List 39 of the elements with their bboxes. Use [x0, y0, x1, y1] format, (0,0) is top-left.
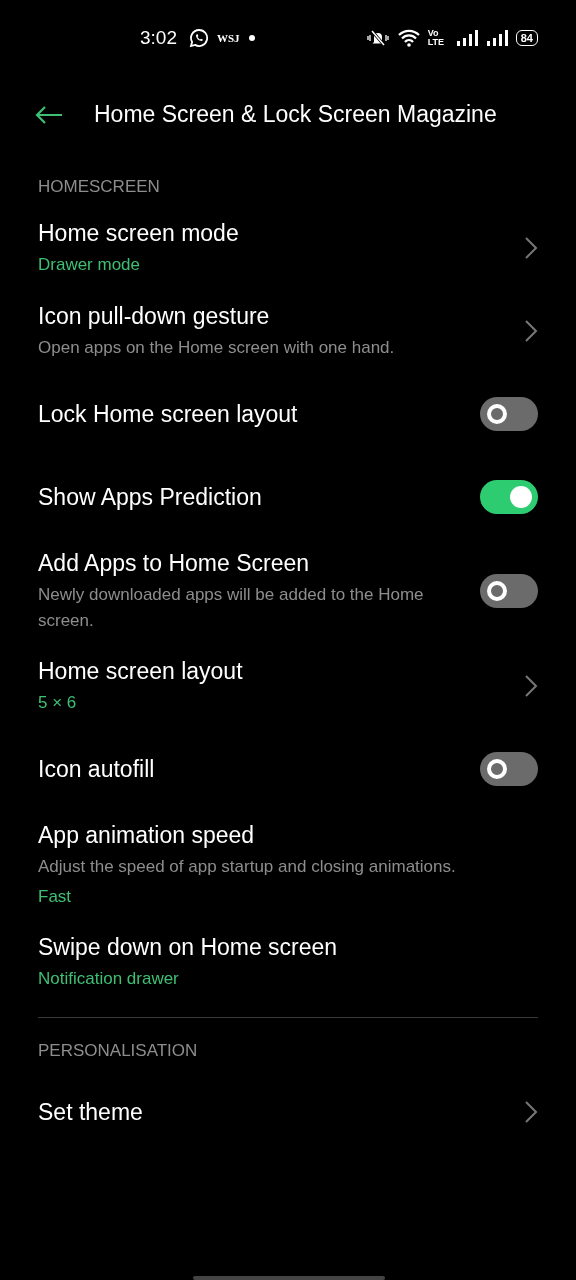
- toggle-switch[interactable]: [480, 479, 538, 514]
- setting-value: 5 × 6: [38, 691, 78, 714]
- section-header: HOMESCREEN: [37, 176, 161, 199]
- section-header: PERSONALISATION: [37, 1040, 199, 1063]
- time-text: 3:02: [140, 25, 177, 50]
- toggle-switch[interactable]: [480, 396, 538, 431]
- page-title: Home Screen & Lock Screen Magazine: [94, 101, 497, 129]
- setting-title: Show Apps Prediction: [38, 482, 263, 512]
- setting-title: Set theme: [38, 1097, 144, 1127]
- notification-text: WSJ: [217, 30, 240, 46]
- setting-title: Add Apps to Home Screen: [38, 549, 311, 578]
- setting-value: Fast: [38, 886, 73, 908]
- dot-icon: [248, 35, 255, 41]
- toggle-switch[interactable]: [480, 574, 538, 608]
- setting-title: Home screen layout: [38, 656, 244, 686]
- setting-title: Icon autofill: [38, 754, 156, 784]
- signal-icon: [455, 29, 478, 47]
- setting-value: Drawer mode: [38, 253, 142, 276]
- chevron-right-icon[interactable]: [524, 1099, 538, 1124]
- battery-level: 84: [515, 30, 538, 46]
- setting-title: Swipe down on Home screen: [38, 932, 339, 962]
- setting-title: App animation speed: [38, 821, 256, 850]
- setting-title: Home screen mode: [38, 218, 240, 248]
- setting-title: Icon pull-down gesture: [38, 301, 271, 331]
- setting-description: Adjust the speed of app startup and closing animations.: [38, 856, 457, 878]
- wifi-icon: [397, 29, 420, 47]
- network-label: Vo LTE: [427, 29, 446, 47]
- chevron-right-icon[interactable]: [524, 318, 538, 343]
- setting-value: Notification drawer: [38, 967, 180, 990]
- back-arrow-icon[interactable]: [34, 105, 64, 125]
- setting-title: Lock Home screen layout: [38, 399, 299, 429]
- chat-app-icon: [189, 28, 209, 48]
- signal-icon: [485, 29, 508, 47]
- chevron-right-icon[interactable]: [524, 235, 538, 260]
- muted-bell-icon: [365, 29, 390, 47]
- toggle-switch[interactable]: [480, 751, 538, 786]
- setting-description: Newly downloaded apps will be added to the Home screen.: [38, 584, 425, 632]
- setting-description: Open apps on the Home screen with one hand.: [38, 336, 396, 359]
- chevron-right-icon[interactable]: [524, 673, 538, 698]
